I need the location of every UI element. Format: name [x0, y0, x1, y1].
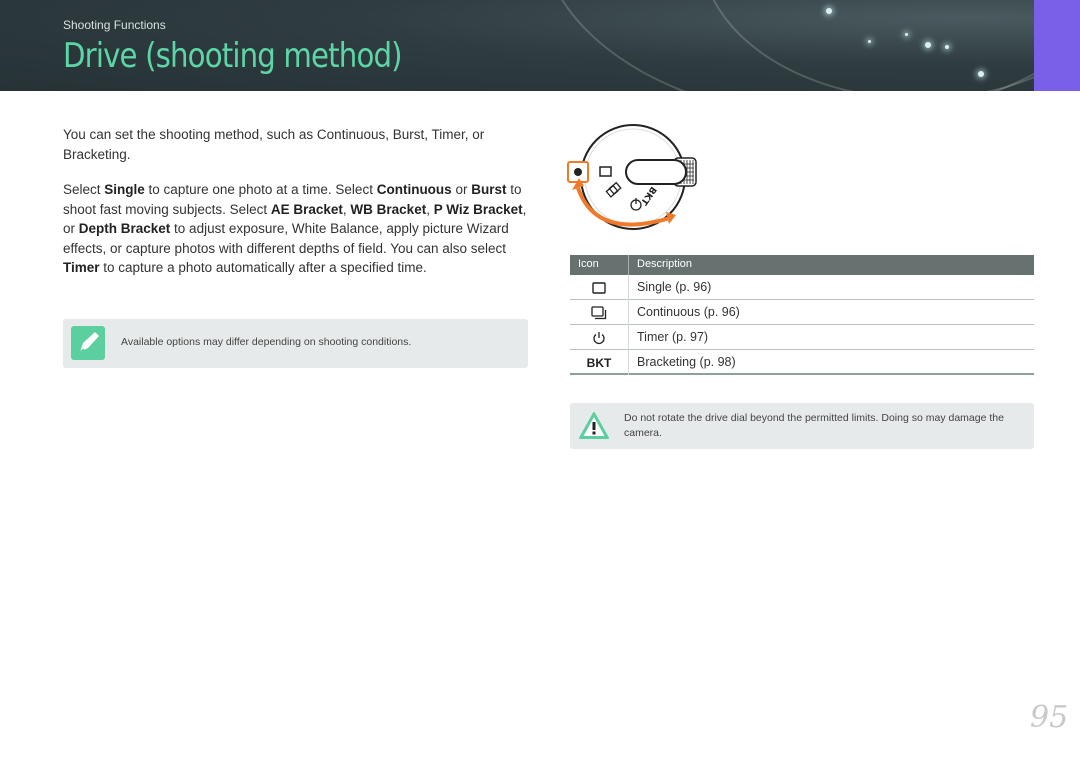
sparkle-dot: [905, 33, 908, 36]
caution-box: Do not rotate the drive dial beyond the …: [570, 403, 1034, 449]
warning-icon: [578, 410, 610, 442]
caution-text: Do not rotate the drive dial beyond the …: [624, 412, 1004, 439]
row-description: Timer (p. 97): [637, 330, 709, 344]
row-description: Single (p. 96): [637, 280, 712, 294]
row-description: Continuous (p. 96): [637, 305, 740, 319]
term-timer: Timer: [63, 260, 100, 275]
chapter-tab[interactable]: [1034, 0, 1080, 91]
term-wb-bracket: WB Bracket: [350, 201, 427, 217]
intro-paragraph: You can set the shooting method, such as…: [63, 127, 485, 162]
term-continuous: Continuous: [376, 182, 452, 197]
col-header-description: Description: [637, 258, 693, 270]
sparkle-dot: [925, 42, 931, 48]
sparkle-dot: [945, 45, 949, 49]
table-header: Icon Description: [570, 255, 1034, 275]
table-row: Continuous (p. 96): [570, 300, 1034, 325]
continuous-frames-icon: [570, 300, 628, 325]
body-paragraph: Select Single to capture one photo at a …: [63, 182, 527, 275]
table-row: Timer (p. 97): [570, 325, 1034, 350]
drive-mode-table: Icon Description Single (p. 96) Continuo…: [570, 255, 1034, 375]
term-ae-bracket: AE Bracket: [270, 201, 343, 217]
single-frame-icon: [570, 275, 628, 300]
page-number: 95: [1030, 700, 1069, 735]
bkt-icon: BKT: [586, 355, 612, 370]
row-description: Bracketing (p. 98): [637, 355, 736, 369]
note-pen-icon: [71, 326, 105, 360]
term-pwiz-bracket: P Wiz Bracket: [433, 201, 523, 217]
sparkle-dot: [868, 40, 871, 43]
term-single: Single: [104, 182, 145, 197]
sparkle-dot: [978, 71, 984, 77]
term-depth-bracket: Depth Bracket: [78, 221, 171, 236]
table-row: Single (p. 96): [570, 275, 1034, 300]
timer-icon: [570, 325, 628, 350]
sparkle-dot: [826, 8, 832, 14]
section-label: Shooting Functions: [63, 18, 166, 32]
drive-dial-illustration: BKT: [566, 122, 706, 238]
page-title: Drive (shooting method): [63, 36, 403, 76]
note-text: Available options may differ depending o…: [121, 336, 412, 348]
col-header-icon: Icon: [578, 258, 599, 270]
note-box: Available options may differ depending o…: [63, 319, 528, 368]
term-burst: Burst: [471, 182, 507, 197]
table-row: BKT Bracketing (p. 98): [570, 350, 1034, 375]
